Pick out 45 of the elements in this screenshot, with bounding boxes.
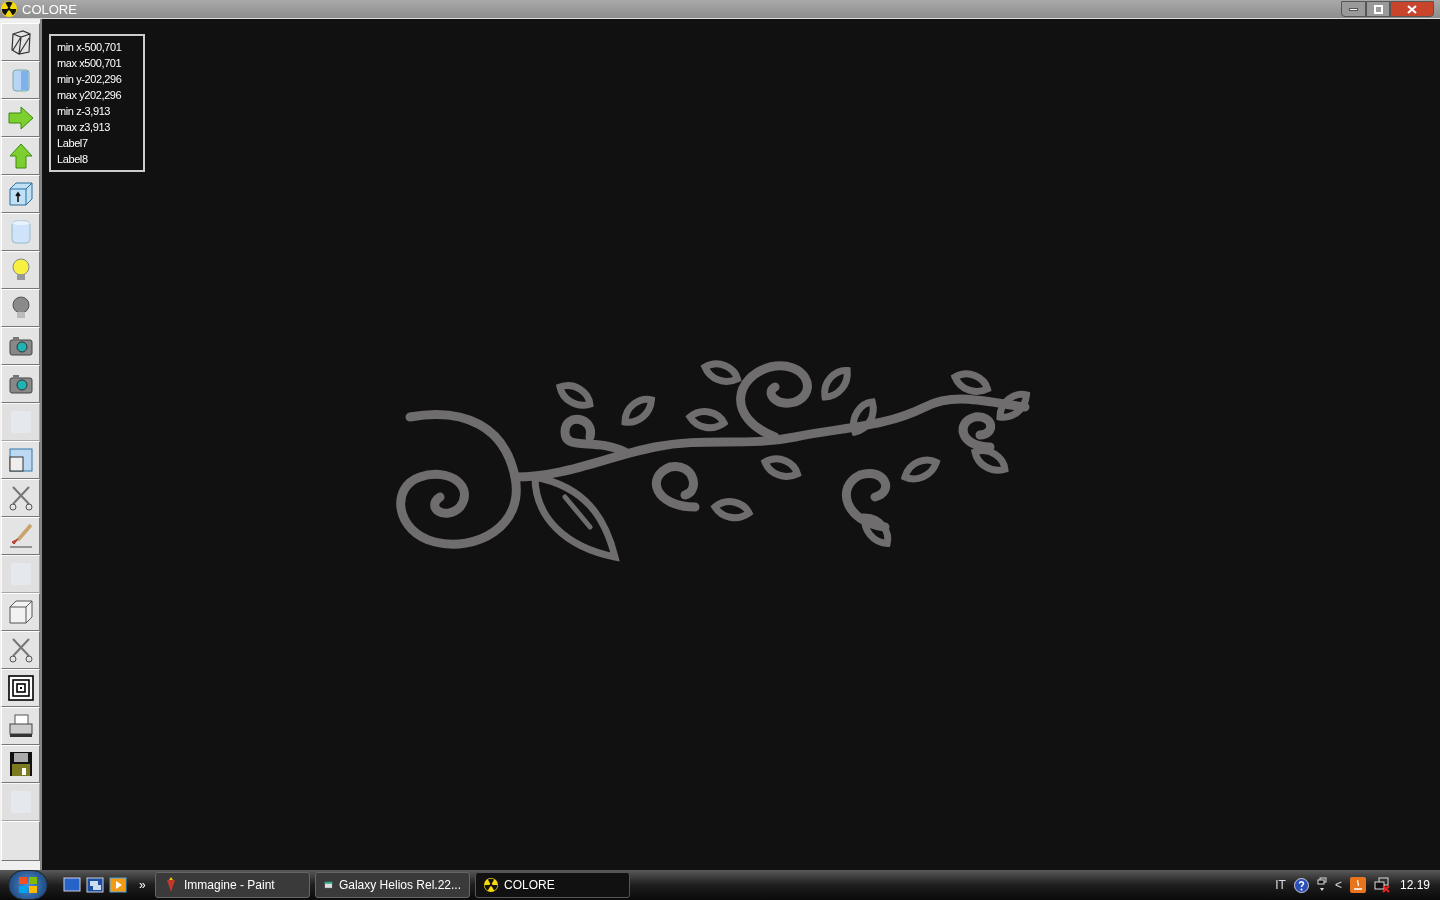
help-icon[interactable] (1293, 877, 1309, 893)
window-icon (6, 446, 35, 474)
info-label: min x-500,701 (57, 40, 123, 55)
info-label: Label7 (57, 136, 89, 151)
cube-arrow-icon (6, 180, 35, 208)
toolbar-button[interactable] (1, 707, 40, 745)
close-button[interactable] (1390, 1, 1434, 17)
info-label: min z-3,913 (57, 104, 112, 119)
media-player-icon[interactable] (109, 877, 127, 893)
toolbar-button[interactable] (1, 23, 40, 61)
info-label: min y-202,296 (57, 72, 123, 87)
info-label: max x500,701 (57, 56, 123, 71)
scissors-icon (6, 636, 35, 664)
radiation-icon (484, 878, 498, 892)
taskbar-button[interactable]: Immagine - Paint (155, 872, 310, 898)
toolbar-button[interactable] (1, 365, 40, 403)
clock[interactable]: 12.19 (1399, 876, 1430, 894)
right-arrow-icon (6, 104, 35, 132)
restore-button[interactable] (1366, 1, 1390, 17)
taskbar-button[interactable]: COLORE (475, 872, 630, 898)
app-icon (1, 1, 17, 17)
network-disconnected-icon[interactable] (1373, 877, 1392, 893)
concentric-squares-icon (6, 674, 35, 702)
info-label: max y202,296 (57, 88, 123, 103)
toolbar-button[interactable] (1, 745, 40, 783)
paintbrush-icon (164, 877, 178, 893)
close-icon (1407, 4, 1417, 14)
up-arrow-icon (6, 142, 35, 170)
toolbar-button[interactable] (1, 669, 40, 707)
info-label: Label8 (57, 152, 89, 167)
switch-windows-icon[interactable] (86, 877, 104, 893)
toolbar-button[interactable] (1, 327, 40, 365)
info-label: max z3,913 (57, 120, 111, 135)
show-hidden-icons-button[interactable]: < (1334, 876, 1342, 894)
taskbar-button[interactable]: Galaxy Helios Rel.22... (315, 872, 470, 898)
cube-icon (6, 598, 35, 626)
window-icon (324, 878, 333, 892)
more-button[interactable]: » (139, 876, 149, 894)
window-title: COLORE (22, 2, 77, 16)
windows-icon[interactable] (1316, 877, 1327, 893)
printer-icon (6, 712, 35, 740)
desktop-icon[interactable] (63, 877, 81, 893)
language-indicator[interactable]: IT (1275, 876, 1286, 894)
start-button[interactable] (8, 870, 48, 900)
scissors-icon (6, 484, 35, 512)
